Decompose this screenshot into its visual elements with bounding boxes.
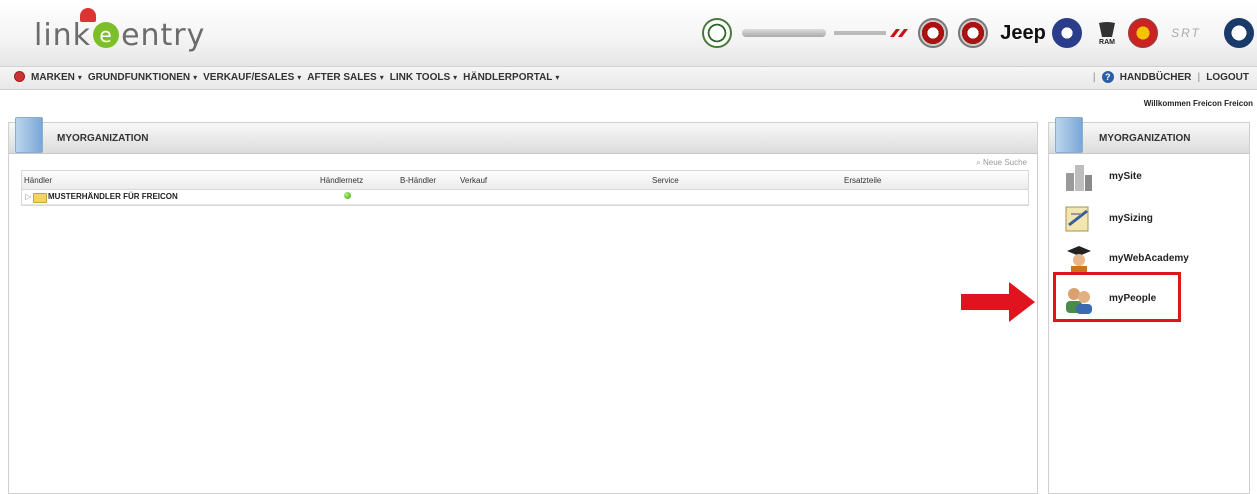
alfa-romeo-icon[interactable] bbox=[702, 18, 732, 48]
col-b-haendler[interactable]: B-Händler bbox=[400, 176, 436, 185]
dealer-name: MUSTERHÄNDLER FÜR FREICON bbox=[48, 192, 178, 201]
graduate-icon bbox=[1067, 246, 1091, 274]
abarth-icon[interactable] bbox=[1128, 18, 1158, 48]
dodge-icon[interactable] bbox=[834, 28, 910, 38]
nav-haendlerportal[interactable]: HÄNDLERPORTAL ▾ bbox=[463, 72, 559, 83]
fiat-professional-icon[interactable] bbox=[958, 18, 988, 48]
divider: | bbox=[1197, 71, 1201, 83]
caret-down-icon: ▾ bbox=[379, 73, 384, 82]
nav-right: | ? HANDBÜCHER | LOGOUT bbox=[1093, 71, 1249, 83]
col-ersatzteile[interactable]: Ersatzteile bbox=[844, 176, 881, 185]
grid-header: Händler Händlernetz B-Händler Verkauf Se… bbox=[22, 171, 1028, 190]
new-search-label: Neue Suche bbox=[982, 158, 1027, 167]
col-service[interactable]: Service bbox=[652, 176, 679, 185]
sidebar-item-label: myWebAcademy bbox=[1109, 253, 1189, 264]
sidebar-item-mysizing[interactable]: mySizing bbox=[1063, 203, 1233, 239]
red-arrow-icon bbox=[961, 282, 1035, 322]
nav-haendlerportal-label: HÄNDLERPORTAL bbox=[463, 72, 553, 83]
nav-link-tools-label: LINK TOOLS bbox=[389, 72, 451, 83]
logo-right: entry bbox=[121, 18, 206, 53]
nav-grundfunktionen[interactable]: GRUNDFUNKTIONEN ▾ bbox=[88, 72, 197, 83]
sidebar-item-label: mySizing bbox=[1109, 213, 1153, 224]
nav-marken[interactable]: MARKEN ▾ bbox=[31, 72, 82, 83]
logout-link[interactable]: LOGOUT bbox=[1206, 72, 1249, 83]
logo-left: link bbox=[34, 18, 92, 53]
organization-panel: MYORGANIZATION ⌕ Neue Suche Händler Händ… bbox=[8, 117, 1038, 494]
nav-marken-label: MARKEN bbox=[31, 72, 75, 83]
santa-hat-icon bbox=[80, 8, 96, 22]
nav-grundfunktionen-label: GRUNDFUNKTIONEN bbox=[87, 72, 191, 83]
col-haendler[interactable]: Händler bbox=[24, 176, 52, 185]
mopar-icon[interactable] bbox=[1224, 18, 1254, 48]
logo-e: e bbox=[93, 21, 120, 48]
chrysler-icon[interactable] bbox=[742, 29, 826, 37]
nav-link-tools[interactable]: LINK TOOLS ▾ bbox=[390, 72, 457, 83]
divider: | bbox=[1092, 71, 1096, 83]
nav-after-sales[interactable]: AFTER SALES ▾ bbox=[307, 72, 383, 83]
folder-tab-icon bbox=[1055, 117, 1083, 153]
expand-icon[interactable]: ▷ bbox=[25, 192, 31, 201]
caret-down-icon: ▾ bbox=[193, 73, 198, 82]
col-haendlernetz[interactable]: Händlernetz bbox=[320, 176, 363, 185]
caret-down-icon: ▾ bbox=[77, 73, 82, 82]
welcome-text: Willkommen Freicon Freicon bbox=[1143, 99, 1253, 108]
nav-after-sales-label: AFTER SALES bbox=[307, 72, 377, 83]
sidebar-item-label: mySite bbox=[1109, 171, 1142, 182]
panel-title: MYORGANIZATION bbox=[57, 133, 149, 144]
ram-logo[interactable]: RAM bbox=[1092, 18, 1122, 48]
fiat-icon[interactable] bbox=[918, 18, 948, 48]
sidebar-item-mysite[interactable]: mySite bbox=[1063, 161, 1233, 197]
jeep-logo[interactable]: Jeep bbox=[1000, 18, 1046, 48]
caret-down-icon: ▾ bbox=[453, 73, 458, 82]
col-verkauf[interactable]: Verkauf bbox=[460, 176, 487, 185]
new-search-link[interactable]: ⌕ Neue Suche bbox=[976, 158, 1027, 168]
sizing-icon bbox=[1065, 206, 1089, 232]
lancia-icon[interactable] bbox=[1052, 18, 1082, 48]
sidebar-title: MYORGANIZATION bbox=[1099, 133, 1191, 144]
main-navbar: MARKEN ▾ GRUNDFUNKTIONEN ▾ VERKAUF/ESALES ▾… bbox=[0, 66, 1257, 90]
caret-down-icon: ▾ bbox=[555, 73, 560, 82]
caret-down-icon: ▾ bbox=[297, 73, 302, 82]
table-row[interactable]: ▷ MUSTERHÄNDLER FÜR FREICON bbox=[22, 190, 1028, 205]
nav-verkauf-label: VERKAUF/ESALES bbox=[203, 72, 295, 83]
handbuecher-link[interactable]: HANDBÜCHER bbox=[1120, 72, 1192, 83]
help-icon: ? bbox=[1101, 71, 1114, 83]
folder-icon bbox=[33, 193, 47, 203]
panel-header: MYORGANIZATION bbox=[9, 117, 1037, 154]
buildings-icon bbox=[1066, 165, 1092, 191]
app-header: link e entry Jeep RAM SRT bbox=[0, 0, 1257, 66]
nav-verkauf-esales[interactable]: VERKAUF/ESALES ▾ bbox=[203, 72, 301, 83]
srt-logo[interactable]: SRT bbox=[1166, 18, 1206, 48]
status-green-icon bbox=[344, 192, 351, 199]
brand-menu-icon bbox=[14, 71, 25, 82]
link-entry-logo[interactable]: link e entry bbox=[34, 8, 206, 53]
folder-tab-icon bbox=[15, 117, 43, 153]
search-icon: ⌕ bbox=[976, 158, 981, 167]
highlight-box bbox=[1053, 272, 1181, 322]
dealer-grid: Händler Händlernetz B-Händler Verkauf Se… bbox=[21, 170, 1029, 206]
sidebar-header: MYORGANIZATION bbox=[1049, 117, 1249, 154]
ram-label: RAM bbox=[1099, 38, 1115, 46]
nav-menu: MARKEN ▾ GRUNDFUNKTIONEN ▾ VERKAUF/ESALES ▾… bbox=[14, 71, 559, 83]
